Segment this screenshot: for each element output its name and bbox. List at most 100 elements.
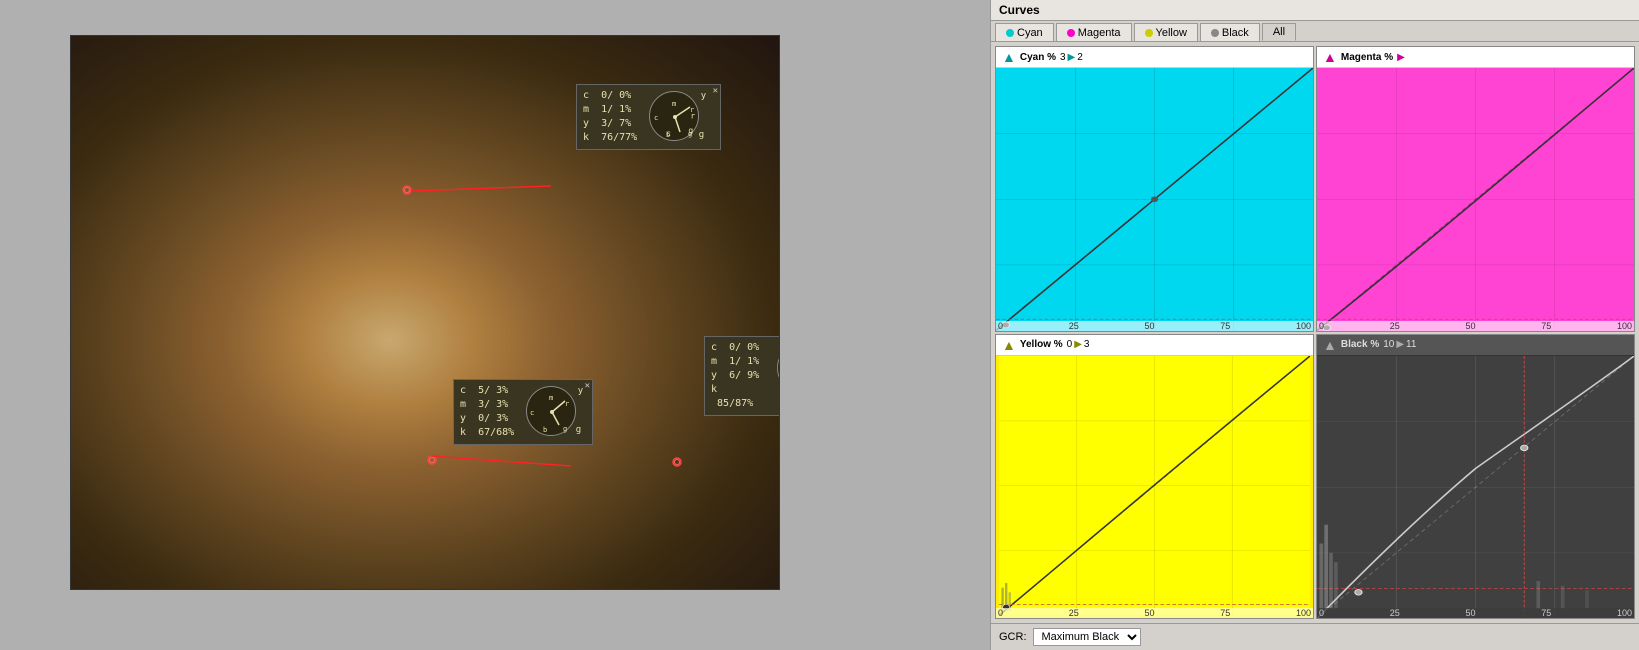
yellow-label: Yellow % (1020, 339, 1063, 350)
magenta-axis-100: 100 (1617, 321, 1632, 331)
yellow-values: 0 ▶ 3 (1067, 339, 1090, 350)
black-axis-100: 100 (1617, 608, 1632, 618)
tab-yellow[interactable]: Yellow (1134, 23, 1198, 41)
magenta-axis-labels: 0 25 50 75 100 (1317, 321, 1634, 331)
sample-point-1[interactable] (401, 184, 411, 194)
curves-grid: ▲ Cyan % 3 ▶ 2 (991, 42, 1639, 623)
tab-cyan-label: Cyan (1017, 27, 1043, 39)
yellow-axis-labels: 0 25 50 75 100 (996, 608, 1313, 618)
svg-text:g: g (688, 130, 692, 138)
tab-all-label: All (1273, 26, 1285, 38)
tab-black[interactable]: Black (1200, 23, 1260, 41)
tab-magenta-label: Magenta (1078, 27, 1121, 39)
magenta-values: ▶ (1397, 52, 1405, 63)
tab-cyan[interactable]: Cyan (995, 23, 1054, 41)
svg-text:c: c (530, 409, 534, 417)
magenta-label: Magenta % (1341, 52, 1393, 63)
tab-black-label: Black (1222, 27, 1249, 39)
curve-header-black: ▲ Black % 10 ▶ 11 (1317, 335, 1634, 356)
popup1-values: c 0/ 0% m 1/ 1% y 3/ 7% k 76/77% (583, 89, 637, 145)
main-image: ✕ c 0/ 0% m 1/ 1% y 3/ 7% k 76/77% r g (70, 35, 780, 590)
black-after: 11 (1406, 339, 1416, 350)
curve-cell-yellow: ▲ Yellow % 0 ▶ 3 (995, 334, 1314, 620)
magenta-axis-0: 0 (1319, 321, 1324, 331)
black-axis-75: 75 (1541, 608, 1551, 618)
black-arrow-right: ▶ (1396, 339, 1404, 350)
yellow-curve-svg (999, 356, 1310, 616)
svg-text:r: r (690, 106, 694, 114)
tab-all[interactable]: All (1262, 23, 1296, 41)
gcr-label: GCR: (999, 631, 1027, 643)
cyan-axis-0: 0 (998, 321, 1003, 331)
info-popup-1: ✕ c 0/ 0% m 1/ 1% y 3/ 7% k 76/77% r g (576, 84, 721, 150)
magenta-axis-25: 25 (1390, 321, 1400, 331)
cyan-values: 3 ▶ 2 (1060, 52, 1083, 63)
cyan-curve-body (996, 68, 1313, 331)
black-axis-labels: 0 25 50 75 100 (1317, 608, 1634, 618)
curve-cell-black: ▲ Black % 10 ▶ 11 (1316, 334, 1635, 620)
yellow-axis-0: 0 (998, 608, 1003, 618)
cyan-before: 3 (1060, 52, 1066, 63)
magenta-arrow-right: ▶ (1397, 52, 1405, 63)
black-curve-svg (1317, 356, 1634, 619)
gcr-row: GCR: Maximum Black (991, 623, 1639, 650)
curve-cell-cyan: ▲ Cyan % 3 ▶ 2 (995, 46, 1314, 332)
cyan-arrow-right: ▶ (1068, 52, 1076, 63)
black-axis-0: 0 (1319, 608, 1324, 618)
info-popup-3: ✕ c 0/ 0% m 1/ 1% y 6/ 9% k 85/87% (704, 336, 780, 416)
popup3-clock: r g b m c (777, 343, 780, 393)
popup1-clock: r g c r g (649, 91, 699, 141)
info-popup-2: ✕ c 5/ 3% m 3/ 3% y 0/ 3% k 67/68% (453, 379, 593, 445)
gcr-select[interactable]: Maximum Black (1033, 628, 1141, 646)
svg-text:b: b (543, 426, 547, 434)
black-before: 10 (1383, 339, 1394, 350)
black-values: 10 ▶ 11 (1383, 339, 1416, 350)
yellow-axis-50: 50 (1144, 608, 1154, 618)
black-axis-50: 50 (1465, 608, 1475, 618)
svg-text:m: m (549, 394, 553, 402)
curve-header-magenta: ▲ Magenta % ▶ (1317, 47, 1634, 68)
popup1-close[interactable]: ✕ (713, 86, 718, 96)
cyan-axis-100: 100 (1296, 321, 1311, 331)
curves-title: Curves (991, 0, 1639, 21)
svg-text:r: r (565, 400, 569, 408)
image-panel: ✕ c 0/ 0% m 1/ 1% y 3/ 7% k 76/77% r g (0, 0, 990, 650)
sample-point-2[interactable] (426, 454, 436, 464)
black-dot (1211, 29, 1219, 37)
cyan-axis-labels: 0 25 50 75 100 (996, 321, 1313, 331)
black-up-arrow[interactable]: ▲ (1323, 337, 1337, 353)
cyan-axis-50: 50 (1144, 321, 1154, 331)
cyan-dot (1006, 29, 1014, 37)
svg-text:m: m (672, 100, 676, 108)
popup2-close[interactable]: ✕ (585, 381, 590, 391)
tab-magenta[interactable]: Magenta (1056, 23, 1132, 41)
tab-yellow-label: Yellow (1156, 27, 1187, 39)
yellow-up-arrow[interactable]: ▲ (1002, 337, 1016, 353)
magenta-dot (1067, 29, 1075, 37)
yellow-before: 0 (1067, 339, 1073, 350)
cyan-label: Cyan % (1020, 52, 1056, 63)
curve-header-cyan: ▲ Cyan % 3 ▶ 2 (996, 47, 1313, 68)
magenta-axis-50: 50 (1465, 321, 1475, 331)
cyan-up-arrow[interactable]: ▲ (1002, 49, 1016, 65)
svg-text:b: b (666, 131, 670, 139)
magenta-curve-body (1317, 68, 1634, 331)
yellow-axis-25: 25 (1069, 608, 1079, 618)
curves-panel: Curves Cyan Magenta Yellow Black All ▲ C… (990, 0, 1639, 650)
yellow-axis-100: 100 (1296, 608, 1311, 618)
sample-point-3[interactable] (671, 456, 681, 466)
yellow-curve-body (996, 356, 1313, 619)
svg-text:c: c (654, 114, 658, 122)
magenta-up-arrow[interactable]: ▲ (1323, 49, 1337, 65)
yellow-axis-75: 75 (1220, 608, 1230, 618)
yellow-dot (1145, 29, 1153, 37)
black-label: Black % (1341, 339, 1379, 350)
yellow-after: 3 (1084, 339, 1090, 350)
magenta-axis-75: 75 (1541, 321, 1551, 331)
curve-header-yellow: ▲ Yellow % 0 ▶ 3 (996, 335, 1313, 356)
cyan-curve-svg (996, 68, 1313, 331)
popup3-values: c 0/ 0% m 1/ 1% y 6/ 9% k 85/87% (711, 341, 765, 411)
lion-background: ✕ c 0/ 0% m 1/ 1% y 3/ 7% k 76/77% r g (71, 36, 779, 589)
popup2-clock: r g b m c (526, 386, 576, 436)
popup2-values: c 5/ 3% m 3/ 3% y 0/ 3% k 67/68% (460, 384, 514, 440)
